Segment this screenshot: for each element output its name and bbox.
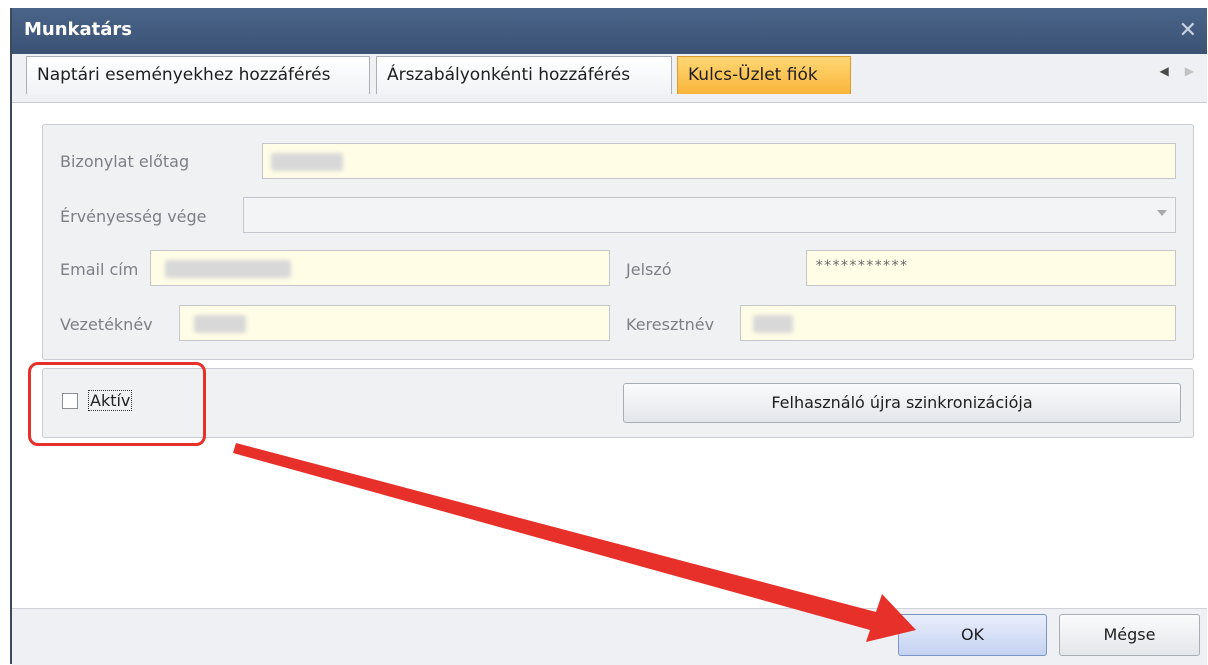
arrow-shape xyxy=(233,443,916,642)
annotation-arrow xyxy=(233,443,916,642)
